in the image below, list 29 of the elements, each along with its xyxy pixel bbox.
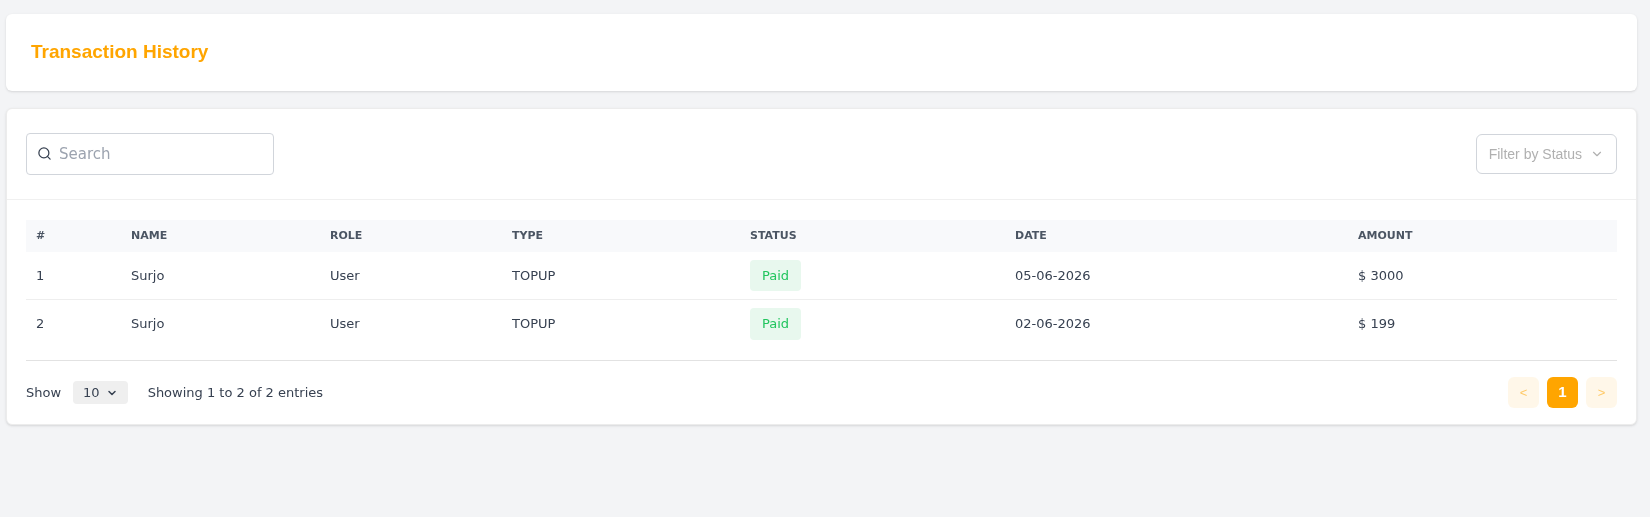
column-header: AMOUNT	[1358, 228, 1413, 242]
table-cell: 05-06-2026	[1015, 267, 1091, 283]
table-cell: Surjo	[131, 267, 165, 283]
column-header: DATE	[1015, 228, 1047, 242]
search-icon	[37, 146, 52, 161]
show-label: Show	[26, 383, 62, 402]
column-header: TYPE	[512, 228, 544, 242]
table-cell: User	[330, 267, 360, 283]
page-button[interactable]: 1	[1547, 377, 1578, 408]
table-cell: User	[330, 316, 360, 332]
table-cell: 2	[36, 316, 45, 332]
status-filter[interactable]: Filter by Status	[1475, 134, 1617, 174]
status-badge: Paid	[750, 308, 802, 340]
table-cell: Surjo	[131, 316, 165, 332]
column-header: STATUS	[750, 228, 797, 242]
entries-summary: Showing 1 to 2 of 2 entries	[147, 383, 324, 402]
table-cell: 02-06-2026	[1015, 316, 1091, 332]
page-title: Transaction History	[31, 40, 209, 65]
column-header: ROLE	[330, 228, 363, 242]
table-cell: TOPUP	[512, 267, 556, 283]
table-cell: 1	[36, 267, 45, 283]
column-header: NAME	[131, 228, 168, 242]
page-size-select[interactable]: 10	[73, 381, 128, 404]
search-field[interactable]: Search	[26, 133, 274, 175]
status-badge: Paid	[750, 259, 802, 292]
column-header: #	[36, 228, 46, 242]
table-cell: $ 3000	[1358, 267, 1404, 283]
table-cell: TOPUP	[512, 316, 556, 332]
table-cell: $ 199	[1358, 316, 1396, 332]
